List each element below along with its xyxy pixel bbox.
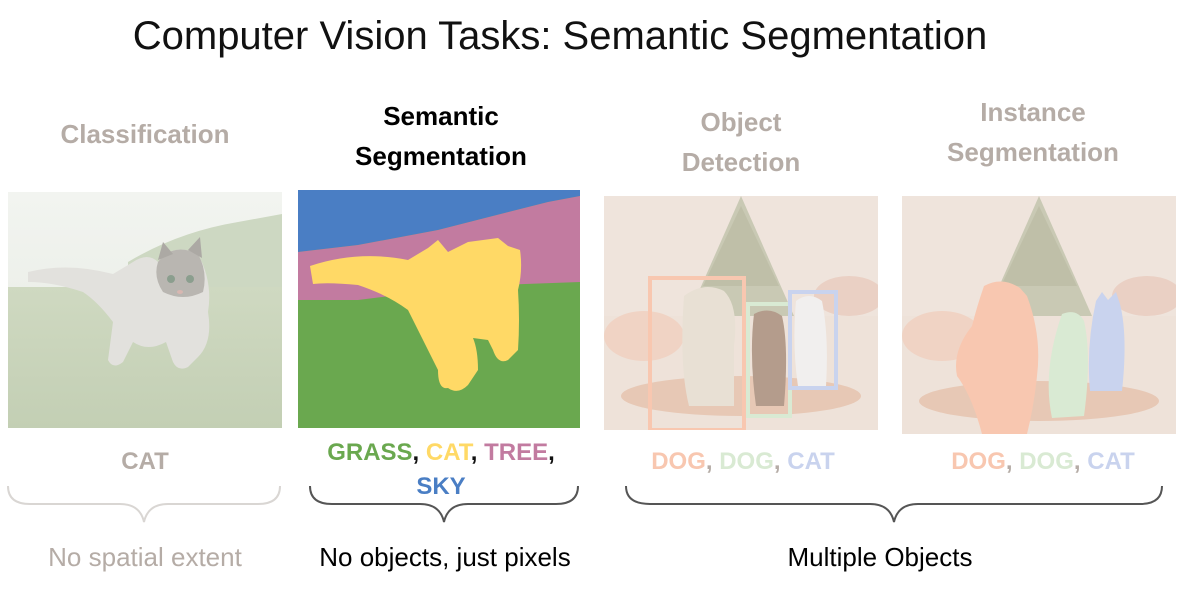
braces-layer <box>7 485 1163 523</box>
label-dog-2: DOG <box>1019 448 1074 475</box>
classification-brace <box>7 485 281 523</box>
semantic-heading-line2: Segmentation <box>355 141 527 171</box>
label-tree: TREE <box>484 439 549 466</box>
classification-caption: No spatial extent <box>48 542 242 572</box>
label-cat: CAT <box>425 439 471 466</box>
instance-heading-line1: Instance <box>980 97 1086 127</box>
object-detection-image <box>604 196 878 430</box>
separator: , <box>412 439 420 466</box>
separator: , <box>773 448 781 475</box>
classification-kitten-image <box>8 192 282 428</box>
semantic-segmentation-map <box>298 190 580 428</box>
instance-segmentation-heading: Instance Segmentation <box>890 92 1176 172</box>
label-dog-1: DOG <box>651 448 706 475</box>
separator: , <box>470 439 478 466</box>
multiple-objects-brace <box>625 485 1163 523</box>
label-cat: CAT <box>787 448 835 475</box>
label-dog-2: DOG <box>719 448 774 475</box>
label-dog-1: DOG <box>951 448 1006 475</box>
separator: , <box>548 439 555 466</box>
separator: , <box>1005 448 1013 475</box>
instance-segmentation-image <box>902 196 1176 434</box>
semantic-caption: No objects, just pixels <box>319 542 571 572</box>
detection-heading-line2: Detection <box>681 147 801 177</box>
detection-heading-line1: Object <box>700 107 782 137</box>
label-cat: CAT <box>1087 448 1135 475</box>
classification-heading: Classification <box>60 119 230 149</box>
multiple-objects-caption: Multiple Objects <box>787 542 973 572</box>
separator: , <box>1073 448 1081 475</box>
object-detection-heading: Object Detection <box>598 102 884 182</box>
detection-labels: DOG, DOG, CAT <box>598 448 888 476</box>
semantic-brace <box>309 485 579 523</box>
page-title: Computer Vision Tasks: Semantic Segmenta… <box>132 14 988 58</box>
label-grass: GRASS <box>327 439 413 466</box>
semantic-segmentation-heading: Semantic Segmentation <box>296 96 586 176</box>
semantic-heading-line1: Semantic <box>383 101 499 131</box>
classification-label: CAT <box>121 448 169 475</box>
instance-heading-line2: Segmentation <box>947 137 1119 167</box>
semantic-labels-line1: GRASS, CAT, TREE, <box>296 436 586 470</box>
separator: , <box>705 448 713 475</box>
instance-labels: DOG, DOG, CAT <box>898 448 1183 476</box>
